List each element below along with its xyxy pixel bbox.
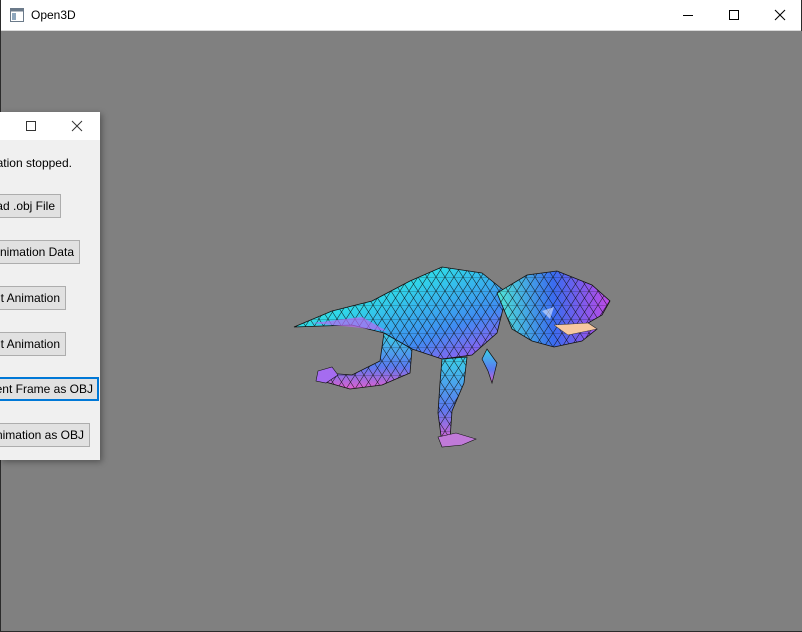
close-button[interactable] <box>757 0 802 30</box>
trex-mesh-icon <box>293 266 611 448</box>
maximize-icon <box>729 10 739 20</box>
panel-close-button[interactable] <box>62 112 92 140</box>
3d-viewport[interactable] <box>2 31 802 631</box>
maximize-button[interactable] <box>711 0 757 30</box>
save-animation-button[interactable]: nimation as OBJ <box>0 423 90 447</box>
panel-maximize-button[interactable] <box>16 112 46 140</box>
start-animation-button[interactable]: t Animation <box>0 286 66 310</box>
panel-titlebar[interactable] <box>0 112 100 140</box>
window-titlebar[interactable]: Open3D <box>1 0 801 31</box>
stop-animation-button[interactable]: t Animation <box>0 332 66 356</box>
control-panel-window: ation stopped. ad .obj File nimation Dat… <box>0 112 100 460</box>
load-obj-file-button[interactable]: ad .obj File <box>0 194 61 218</box>
load-animation-data-button[interactable]: nimation Data <box>0 240 80 264</box>
animation-status-label: ation stopped. <box>0 156 72 170</box>
close-icon <box>71 120 83 132</box>
close-icon <box>774 9 786 21</box>
open3d-window: Open3D <box>0 0 802 632</box>
maximize-icon <box>26 121 36 131</box>
minimize-icon <box>683 15 693 16</box>
app-window-icon <box>10 8 24 22</box>
window-title: Open3D <box>31 8 76 22</box>
save-current-frame-button[interactable]: rrent Frame as OBJ <box>0 377 99 401</box>
minimize-button[interactable] <box>665 0 711 30</box>
